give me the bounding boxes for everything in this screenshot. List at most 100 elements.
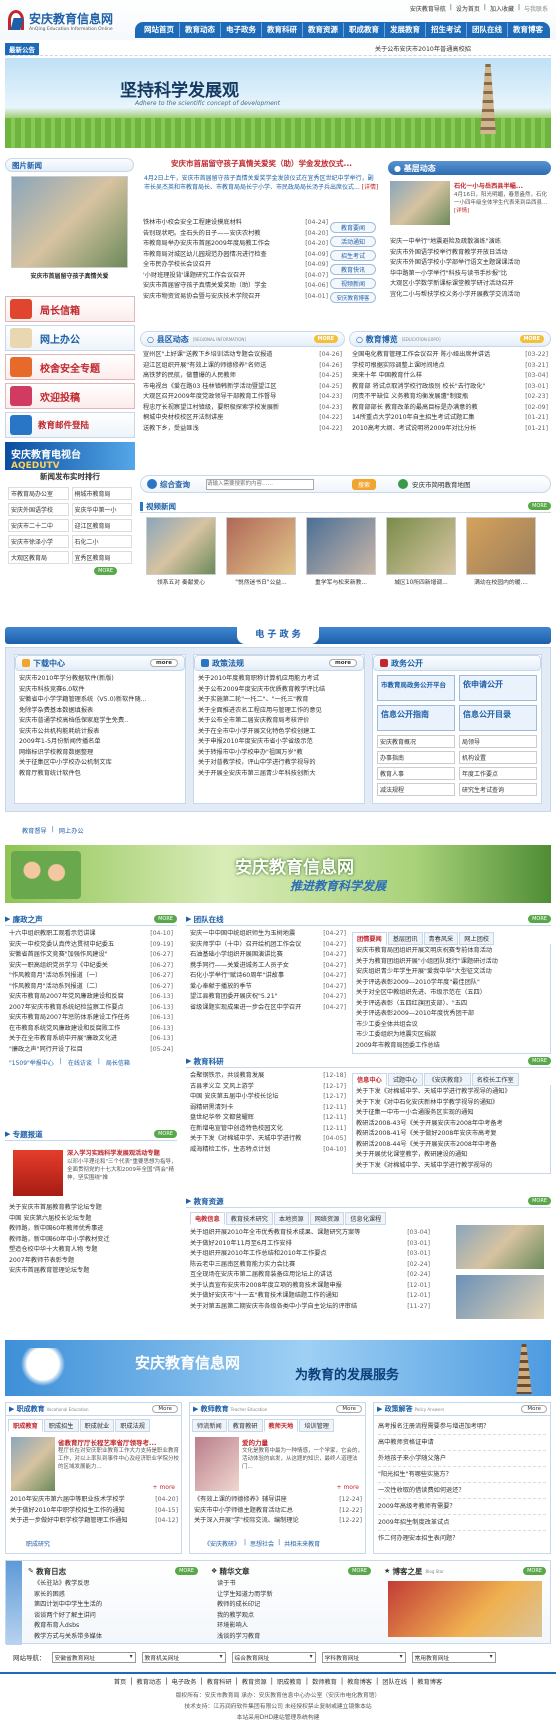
footer-link[interactable]: 团队在线: [379, 1677, 410, 1686]
vocational-more-link[interactable]: + more: [153, 1484, 175, 1491]
list-item[interactable]: 携手同行——关爱进城务工人员子女 [04-27]: [190, 961, 346, 972]
gov-link[interactable]: 办事指南: [377, 751, 455, 764]
list-item[interactable]: "作风教育月"活动系列报道（二） [06-27]: [9, 982, 173, 993]
list-item[interactable]: 望江县教育团委开展庆祝"5.21" [04-27]: [190, 992, 346, 1003]
headline-more[interactable]: [详情]: [362, 184, 379, 191]
tab-voc-edu[interactable]: 职成教育: [8, 1419, 43, 1432]
list-item[interactable]: 第四计划中中学生生活的: [34, 1600, 192, 1611]
faq-item[interactable]: "阳光招生"有哪些实施方？: [378, 1467, 546, 1483]
cat-btn-news[interactable]: 教育要闻: [330, 222, 376, 233]
headline-title[interactable]: 安庆市首届留守孩子真情关爱奖（助）学金发放仪式...: [138, 158, 385, 170]
video-more[interactable]: MORE: [528, 502, 551, 510]
basic-news-head[interactable]: 石化一小与岳西县半幅...: [454, 181, 523, 190]
list-item[interactable]: 安庆市中小学师德主题教育活动汇总 [12-22]: [194, 1506, 362, 1517]
list-item[interactable]: 安庆一中中国中统组织师生为玉树地震 [04-27]: [190, 929, 346, 940]
list-item[interactable]: 关于征集一中市一小合通服务区实现的通知: [356, 1108, 547, 1119]
tab-av-info[interactable]: 电教信息: [190, 1212, 225, 1225]
list-item[interactable]: 爱心奉献于播放的季节 [04-27]: [190, 982, 346, 993]
ranking-item[interactable]: 大观区教育局: [8, 551, 69, 564]
list-item[interactable]: 2009年市教育局团委工作总结: [356, 1041, 547, 1052]
ranking-item[interactable]: 宜秀区教育局: [71, 551, 132, 564]
ranking-item[interactable]: 安庆华中第一小: [71, 503, 132, 516]
list-item[interactable]: 关于公布全市第二届安庆教育局考核评价: [198, 716, 360, 727]
list-item[interactable]: 问责不平缺位 义务教育均衡发展遭"制度瓶 [02-23]: [352, 392, 548, 403]
tab-online-school[interactable]: 网上团校: [459, 932, 494, 945]
list-item[interactable]: 关于为教育团组织开展"小组团队我行"课题研讨活动: [356, 957, 547, 968]
tab-edtech-research[interactable]: 教育技术研究: [225, 1212, 273, 1225]
list-item[interactable]: 安庆一中校党委认真传达贯彻中纪委五 [09-19]: [9, 940, 173, 951]
list-item[interactable]: 送教下乡，受益匪浅 [04-22]: [143, 424, 342, 435]
tab-youth[interactable]: 青春风采: [423, 932, 459, 945]
list-item[interactable]: "作风教育月"活动系列报道（一） [06-27]: [9, 971, 173, 982]
basic-news-more[interactable]: [详情]: [454, 208, 469, 214]
top-link-home[interactable]: 设为首页: [456, 4, 480, 13]
tab-net-resource[interactable]: 网络资源: [309, 1212, 345, 1225]
footer-link[interactable]: 教育资源: [239, 1677, 270, 1686]
list-item[interactable]: 2010年安庆市第六届中等职业技术学校学 [04-20]: [10, 1495, 178, 1506]
list-item[interactable]: 教研活2008-41号《关于做好2008年安庆市高考复: [356, 1129, 547, 1140]
teacher-image[interactable]: [195, 1437, 239, 1491]
mailbox-button[interactable]: 局长信箱: [5, 296, 135, 322]
list-item[interactable]: 关于下发《对棉城中学、天城中学进行教学视导的: [356, 1161, 547, 1172]
download-more[interactable]: more: [150, 659, 178, 667]
footer-link[interactable]: 首页: [111, 1677, 129, 1686]
footer-link[interactable]: 电子政务: [169, 1677, 200, 1686]
team-more[interactable]: MORE: [528, 915, 551, 923]
list-item[interactable]: 塑造仓校中华十大教育人物 专题: [9, 1245, 173, 1256]
list-item[interactable]: 关于在全市中小学开展文化特色学校创建工: [198, 727, 360, 738]
tab-voc-law[interactable]: 职成法规: [115, 1419, 150, 1432]
list-item[interactable]: 告别现状吧。金石头的日子——安庆农村教 [04-20]: [143, 229, 328, 240]
ranking-item[interactable]: 迎江区教育局: [71, 519, 132, 532]
list-item[interactable]: 让学生知道力而学新: [217, 1590, 365, 1601]
gov-link[interactable]: 安庆教育概况: [377, 735, 455, 748]
select-anhui[interactable]: 安徽省教育网址 ▾: [51, 1651, 136, 1663]
list-item[interactable]: 关于转报市中小学校申办"祖国万岁"教: [198, 748, 360, 759]
list-item[interactable]: 2010高考大纲、考试说明将2009年对比分析 [01-21]: [352, 424, 548, 435]
list-item[interactable]: 教研活2008-44号《关于开展安庆市2008年中考备: [356, 1140, 547, 1151]
nav-vocational[interactable]: 职成教育: [344, 23, 385, 37]
list-item[interactable]: 环境影响人: [217, 1621, 365, 1632]
list-item[interactable]: 2009年1-5月份新闻传播名单: [19, 737, 181, 748]
select-common[interactable]: 常用教育网址 ▾: [411, 1651, 496, 1663]
list-item[interactable]: 关于做好安庆市"十一五"教育技术课题结题工作的通知 [12-01]: [190, 1291, 430, 1302]
footer-link[interactable]: 教育科研: [204, 1677, 235, 1686]
list-item[interactable]: 安庆市首届教育管理论坛专题: [9, 1266, 173, 1277]
list-item[interactable]: 安徽省首届作文竞赛"加强作风建设" [06-27]: [9, 950, 173, 961]
list-item[interactable]: 关于安庆市首届教育教学论坛专题: [9, 1203, 173, 1214]
list-item[interactable]: 2007年教师节表彰专题: [9, 1256, 173, 1267]
list-item[interactable]: 安庆市教育局团组织开展文明庆祝赛专前体育活动: [356, 946, 547, 957]
list-item[interactable]: 2007年安庆市教育系统纪检监察工作要点 [06-13]: [9, 1003, 173, 1014]
ranking-item[interactable]: 安庆外国语学校: [8, 503, 69, 516]
special-head[interactable]: 深入学习实践科学发展观活动专题: [67, 1148, 177, 1157]
list-item[interactable]: '小财班理投背'课题研究工作会议召开 [04-07]: [143, 271, 328, 282]
teacher-more-link[interactable]: + more: [337, 1484, 359, 1491]
list-item[interactable]: 铁林市小校会安全工程建设摸底材料 [04-24]: [143, 218, 328, 229]
submit-article-button[interactable]: 欢迎投稿: [5, 383, 135, 409]
list-item[interactable]: 关于公布2009年度安庆市优质教育教学评比结: [198, 685, 360, 696]
list-item[interactable]: 市教育局举办安庆市首届2009年度局教工作会 [04-20]: [143, 239, 328, 250]
list-item[interactable]: 全国电化教育管理工作会议召开 陈小娅出席并讲话 [03-22]: [352, 350, 548, 361]
list-item[interactable]: 华中路第一小学举行"科技与读书手抄报"比: [390, 269, 550, 280]
research-more[interactable]: MORE: [528, 1057, 551, 1065]
list-item[interactable]: 宜化二小与帮扶学校义务小学开展教学交流活动: [390, 290, 550, 301]
faq-item[interactable]: 2009年招生制度改革试点: [378, 1515, 546, 1531]
list-item[interactable]: 在新增电宣管中创造特色校园文化 [12-11]: [190, 1124, 346, 1135]
list-item[interactable]: 关于评选表彰（五四红旗团支部）、"五四: [356, 999, 547, 1010]
list-item[interactable]: 教学方式与关系带多媒体: [34, 1632, 192, 1643]
teacher-link-3[interactable]: 共相未来教育: [284, 1539, 320, 1548]
list-item[interactable]: 会聚钢铁示，共谈教育发展 [12-18]: [190, 1071, 346, 1082]
list-item[interactable]: 关于做好2010年中职学校招生工作的通知 [04-15]: [10, 1506, 178, 1517]
search-button[interactable]: 搜索: [352, 478, 377, 490]
list-item[interactable]: 关于组织开展2010年工作总结和2010年工作要点 [03-01]: [190, 1249, 430, 1260]
list-item[interactable]: 安庆市公共机构能耗统计报表: [19, 727, 181, 738]
video-item[interactable]: 满幼在校园内的暖....: [466, 517, 536, 586]
faq-item[interactable]: 高中教师资格证申请: [378, 1435, 546, 1451]
ranking-item[interactable]: 安庆市二十二中: [8, 519, 69, 532]
video-item[interactable]: 领系五对 奏献爱心: [146, 517, 216, 586]
star-more[interactable]: MORE: [523, 1567, 546, 1575]
list-item[interactable]: 安庆一中举行"地震避险及疏散演练"演练: [390, 237, 550, 248]
gov-open-platform-card[interactable]: 市教育局政务公开平台: [377, 675, 455, 701]
list-item[interactable]: 读于书: [217, 1579, 365, 1590]
list-item[interactable]: 关于进一步做好中职学校学籍管理工作通知 [04-12]: [10, 1516, 178, 1527]
gov-link[interactable]: 局领导: [459, 735, 537, 748]
